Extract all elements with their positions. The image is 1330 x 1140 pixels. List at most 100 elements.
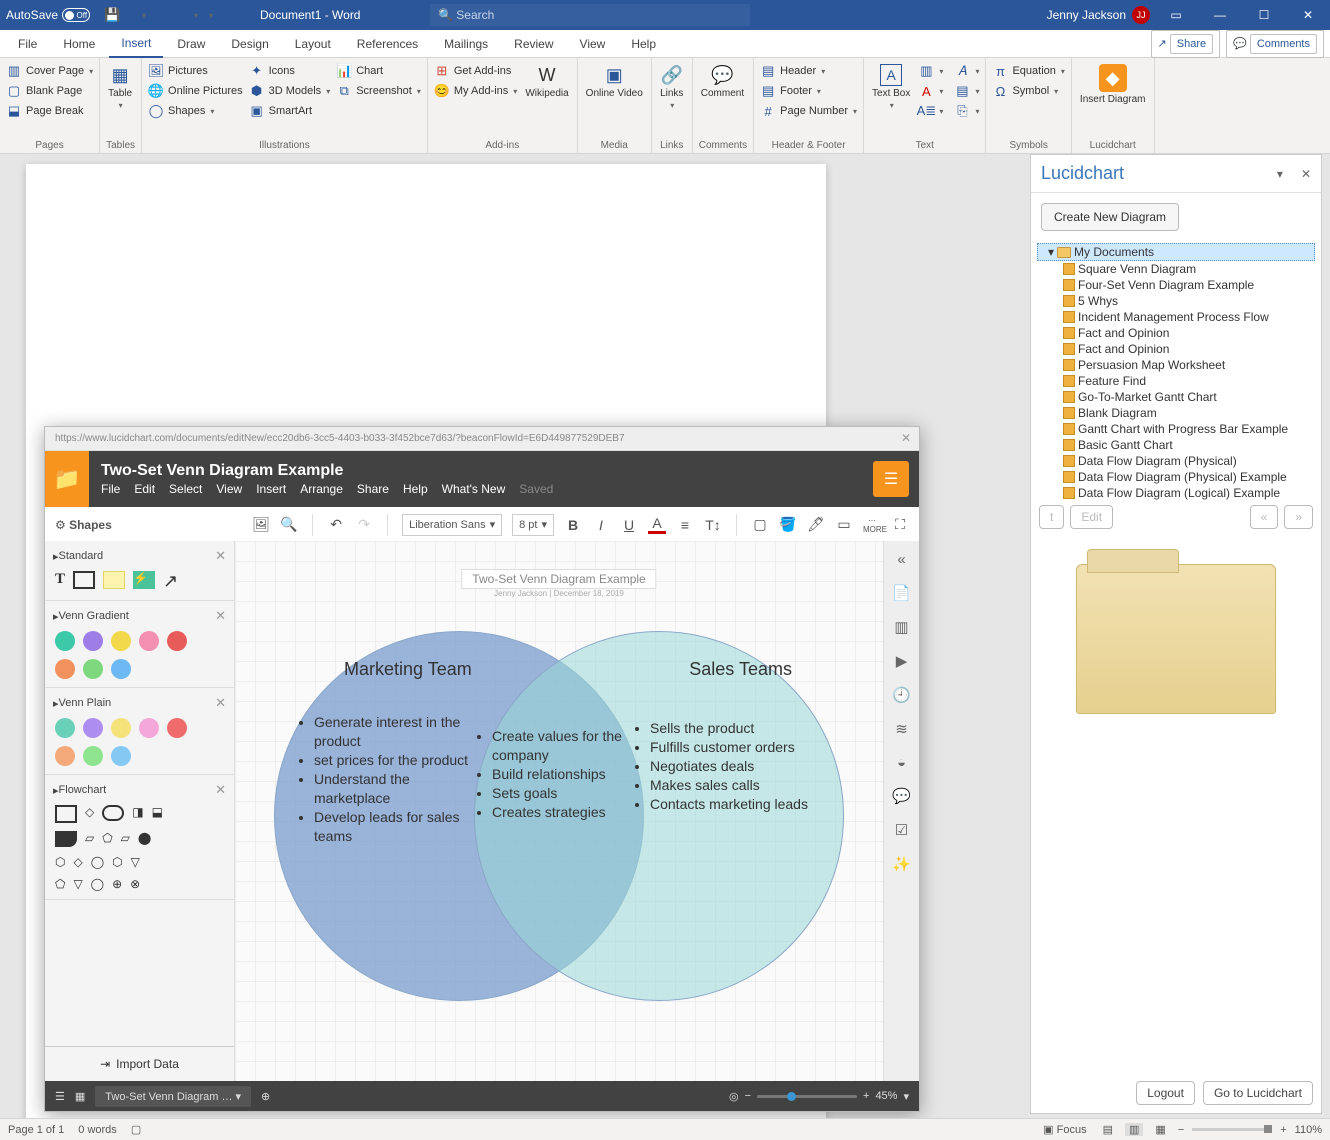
magic-icon[interactable]: ✨ [892, 855, 911, 873]
zoom-value[interactable]: 110% [1295, 1124, 1322, 1136]
venn-item[interactable]: Build relationships [492, 765, 632, 784]
search-box[interactable]: 🔍 Search [430, 4, 750, 26]
tree-item[interactable]: 5 Whys [1037, 293, 1315, 309]
tree-item[interactable]: Data Flow Diagram (Physical) Example [1037, 469, 1315, 485]
symbol-button[interactable]: ΩSymbol▾ [992, 82, 1064, 100]
menu-share[interactable]: Share [357, 482, 389, 496]
venn-color-shape[interactable] [167, 631, 187, 651]
add-page-icon[interactable]: ⊕ [261, 1090, 270, 1103]
venn-color-shape[interactable] [83, 746, 103, 766]
tab-mailings[interactable]: Mailings [432, 30, 500, 58]
zoom-in-icon[interactable]: + [863, 1090, 869, 1102]
import-data-button[interactable]: ⇥ Import Data [45, 1046, 234, 1081]
venn-item[interactable]: set prices for the product [314, 751, 474, 770]
venn-color-shape[interactable] [55, 718, 75, 738]
underline-icon[interactable]: U [620, 517, 638, 533]
rect-shape[interactable] [73, 571, 95, 589]
tree-item[interactable]: Fact and Opinion [1037, 341, 1315, 357]
tab-home[interactable]: Home [51, 30, 107, 58]
icons-button[interactable]: ✦Icons [249, 62, 331, 80]
hamburger-icon[interactable]: ☰ [873, 461, 909, 497]
shapes-toggle[interactable]: ⚙ Shapes [55, 518, 112, 532]
venn-item[interactable]: Creates strategies [492, 803, 632, 822]
close-icon[interactable]: ✕ [1286, 0, 1330, 30]
venn-color-shape[interactable] [139, 718, 159, 738]
theme-icon[interactable]: ◒ [897, 754, 906, 771]
block-shape[interactable]: ⚡ [133, 571, 155, 589]
venn-item[interactable]: Create values for the company [492, 727, 632, 765]
chat-icon[interactable]: 💬 [892, 787, 911, 805]
insert-diagram-button[interactable]: ◆Insert Diagram [1078, 62, 1148, 107]
menu-select[interactable]: Select [169, 482, 202, 496]
bold-icon[interactable]: B [564, 517, 582, 533]
collapse-icon[interactable]: « [897, 551, 905, 568]
smartart-button[interactable]: ▣SmartArt [249, 102, 331, 120]
cover-page-button[interactable]: ▥Cover Page▾ [6, 62, 93, 80]
tab-review[interactable]: Review [502, 30, 565, 58]
italic-icon[interactable]: I [592, 517, 610, 533]
venn-item[interactable]: Understand the marketplace [314, 770, 474, 808]
tree-item[interactable]: Fact and Opinion [1037, 325, 1315, 341]
lucidchart-logo-icon[interactable]: 📁 [45, 451, 89, 507]
get-addins-button[interactable]: ⊞Get Add-ins [434, 62, 517, 80]
blank-page-button[interactable]: ▢Blank Page [6, 82, 93, 100]
touchmode-icon[interactable]: ✥▾ [182, 7, 198, 23]
menu-arrange[interactable]: Arrange [300, 482, 343, 496]
zoom-value[interactable]: 45% [875, 1090, 897, 1102]
save-icon[interactable]: 💾 [104, 7, 120, 23]
tab-references[interactable]: References [345, 30, 430, 58]
text-box-button[interactable]: AText Box▾ [870, 62, 912, 112]
page-indicator[interactable]: Page 1 of 1 [8, 1124, 64, 1136]
menu-whatsnew[interactable]: What's New [442, 482, 506, 496]
doc-icon[interactable]: 📄 [892, 584, 911, 602]
bucket-icon[interactable]: 🪣 [779, 516, 797, 533]
text-options-icon[interactable]: T↕ [704, 517, 722, 533]
tree-item[interactable]: Feature Find [1037, 373, 1315, 389]
venn-color-shape[interactable] [111, 718, 131, 738]
view-print-icon[interactable]: ▥ [1125, 1123, 1143, 1136]
page-tab[interactable]: Two-Set Venn Diagram … ▾ [95, 1086, 251, 1107]
venn-item[interactable]: Contacts marketing leads [650, 795, 830, 814]
zoom-target-icon[interactable]: ◎ [729, 1090, 739, 1103]
tab-layout[interactable]: Layout [283, 30, 343, 58]
undo-icon[interactable]: ↶▾ [130, 7, 146, 23]
menu-file[interactable]: File [101, 482, 120, 496]
section-close-icon[interactable]: ✕ [215, 548, 226, 564]
tree-item[interactable]: Gantt Chart with Progress Bar Example [1037, 421, 1315, 437]
online-pictures-button[interactable]: 🌐Online Pictures [148, 82, 243, 100]
venn-color-shape[interactable] [83, 659, 103, 679]
tree-item[interactable]: Go-To-Market Gantt Chart [1037, 389, 1315, 405]
image-icon[interactable]: 🖼 [252, 516, 270, 533]
menu-help[interactable]: Help [403, 482, 428, 496]
line-icon[interactable]: 🖊 [807, 516, 825, 533]
menu-view[interactable]: View [216, 482, 242, 496]
text-shape[interactable]: T [55, 571, 65, 592]
align-icon[interactable]: ≡ [676, 517, 694, 533]
comments-button[interactable]: 💬 Comments [1226, 30, 1324, 58]
venn-color-shape[interactable] [111, 631, 131, 651]
tab-insert[interactable]: Insert [109, 30, 163, 58]
venn-color-shape[interactable] [83, 631, 103, 651]
create-new-diagram-button[interactable]: Create New Diagram [1041, 203, 1179, 231]
tree-item[interactable]: Data Flow Diagram (Logical) Example [1037, 485, 1315, 501]
screenshot-button[interactable]: ⧉Screenshot▾ [336, 82, 421, 100]
tree-item[interactable]: Blank Diagram [1037, 405, 1315, 421]
share-button[interactable]: ↗ Share [1151, 30, 1221, 58]
venn-item[interactable]: Fulfills customer orders [650, 738, 830, 757]
tab-help[interactable]: Help [619, 30, 668, 58]
font-size-select[interactable]: 8 pt ▾ [512, 514, 554, 536]
fill-icon[interactable]: ▢ [751, 516, 769, 533]
wikipedia-button[interactable]: WWikipedia [523, 62, 570, 101]
venn-item[interactable]: Generate interest in the product [314, 713, 474, 751]
tree-item[interactable]: Incident Management Process Flow [1037, 309, 1315, 325]
venn-color-shape[interactable] [55, 659, 75, 679]
panel-close-icon[interactable]: ✕ [1301, 167, 1311, 181]
view-web-icon[interactable]: ▦ [1151, 1123, 1169, 1136]
comment-button[interactable]: 💬Comment [699, 62, 746, 101]
venn-item[interactable]: Sets goals [492, 784, 632, 803]
view-read-icon[interactable]: ▤ [1099, 1123, 1117, 1136]
redo-icon[interactable]: ↷ [156, 7, 172, 23]
page-number-button[interactable]: #Page Number▾ [760, 102, 857, 120]
my-documents-folder[interactable]: ▾My Documents [1037, 243, 1315, 261]
fullscreen-icon[interactable]: ⛶ [891, 516, 909, 533]
